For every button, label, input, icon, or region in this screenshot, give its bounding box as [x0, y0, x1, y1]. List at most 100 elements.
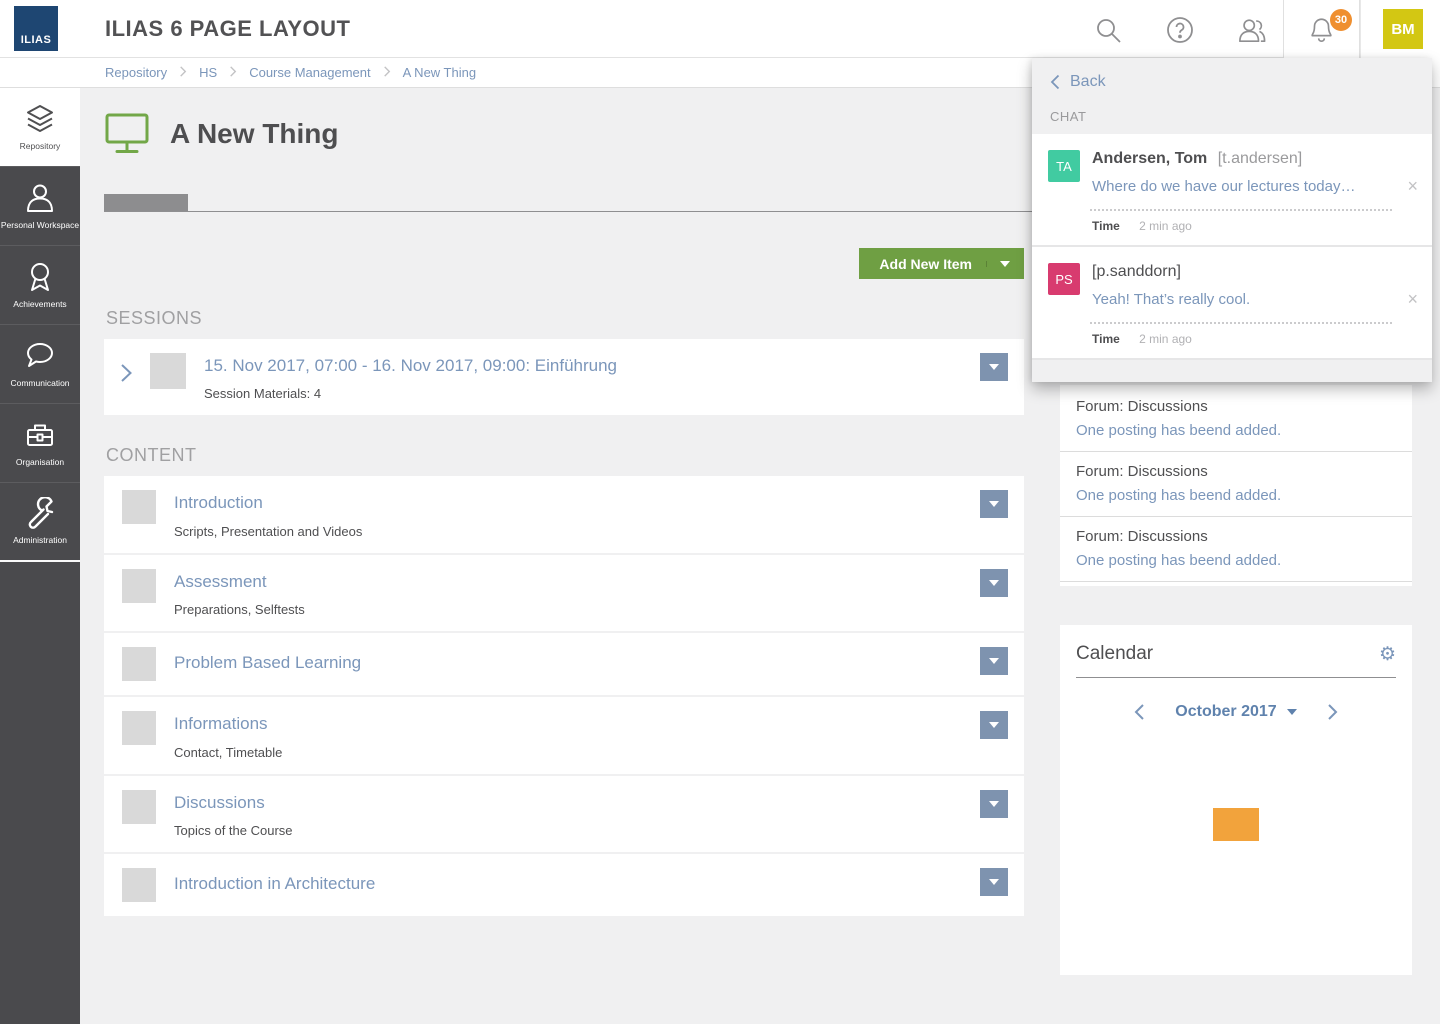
calendar-day[interactable]: [1121, 874, 1167, 907]
tab-content[interactable]: [104, 194, 188, 211]
calendar-day[interactable]: [1167, 907, 1213, 940]
close-icon[interactable]: ×: [1407, 289, 1418, 310]
item-title-link[interactable]: Informations: [174, 711, 282, 734]
calendar-day[interactable]: [1259, 841, 1305, 874]
item-title-link[interactable]: Problem Based Learning: [174, 647, 361, 679]
forum-entry-link[interactable]: One posting has beend added.: [1076, 422, 1398, 439]
forum-entry-link[interactable]: One posting has beend added.: [1076, 487, 1398, 504]
calendar-day[interactable]: [1351, 775, 1397, 808]
user-menu-tab[interactable]: BM: [1360, 0, 1440, 58]
tab-metadata[interactable]: [652, 194, 768, 211]
calendar-day[interactable]: [1259, 775, 1305, 808]
sidebar-item-repository[interactable]: Repository: [0, 88, 80, 167]
tab-permissions[interactable]: [884, 194, 1000, 211]
calendar-day[interactable]: [1259, 808, 1305, 841]
notification-center-tab[interactable]: 30: [1283, 0, 1360, 59]
calendar-day[interactable]: [1259, 940, 1305, 973]
item-actions-dropdown[interactable]: [980, 789, 1008, 818]
calendar-day[interactable]: [1167, 775, 1213, 808]
item-actions-dropdown[interactable]: [980, 353, 1008, 381]
item-title-link[interactable]: Introduction in Architecture: [174, 868, 375, 900]
calendar-day[interactable]: [1167, 940, 1213, 973]
chat-message[interactable]: TA Andersen, Tom [t.andersen] Where do w…: [1032, 134, 1432, 247]
item-title-link[interactable]: Introduction: [174, 490, 362, 513]
item-title-link[interactable]: Assessment: [174, 569, 305, 592]
item-actions-dropdown[interactable]: [980, 490, 1008, 519]
calendar-day[interactable]: [1121, 841, 1167, 874]
breadcrumb-link[interactable]: Repository: [105, 65, 167, 80]
tab-members[interactable]: [420, 194, 536, 211]
chat-message-link[interactable]: Where do we have our lectures today…: [1092, 178, 1392, 195]
breadcrumb-link[interactable]: HS: [199, 65, 217, 80]
calendar-day[interactable]: [1167, 808, 1213, 841]
item-title-link[interactable]: 15. Nov 2017, 07:00 - 16. Nov 2017, 09:0…: [204, 353, 617, 376]
ilias-logo[interactable]: ILIAS: [14, 6, 58, 51]
item-actions-dropdown[interactable]: [980, 711, 1008, 740]
calendar-weekday: [1305, 742, 1351, 775]
calendar-day[interactable]: [1351, 874, 1397, 907]
forum-entry-link[interactable]: One posting has beend added.: [1076, 552, 1398, 569]
calendar-day[interactable]: [1213, 907, 1259, 940]
item-actions-dropdown[interactable]: [980, 867, 1008, 896]
sidebar-item-achievements[interactable]: Achievements: [0, 246, 80, 325]
calendar-day[interactable]: [1075, 841, 1121, 874]
back-button[interactable]: Back: [1032, 58, 1432, 101]
calendar-day[interactable]: [1259, 874, 1305, 907]
gear-icon[interactable]: ⚙: [1379, 645, 1396, 664]
sidebar-item-personal-workspace[interactable]: Personal Workspace: [0, 167, 80, 246]
calendar-day[interactable]: [1259, 907, 1305, 940]
calendar-day[interactable]: [1305, 907, 1351, 940]
calendar-day[interactable]: [1121, 907, 1167, 940]
calendar-day[interactable]: [1167, 841, 1213, 874]
breadcrumb-link[interactable]: A New Thing: [403, 65, 476, 80]
calendar-day[interactable]: [1305, 808, 1351, 841]
calendar-day[interactable]: [1213, 940, 1259, 973]
calendar-day[interactable]: [1351, 940, 1397, 973]
calendar-day[interactable]: [1351, 907, 1397, 940]
calendar-prev-button[interactable]: [1133, 703, 1145, 721]
calendar-day[interactable]: [1305, 940, 1351, 973]
item-actions-dropdown[interactable]: [980, 647, 1008, 676]
help-icon[interactable]: [1166, 16, 1194, 44]
sidebar-item-communication[interactable]: Communication: [0, 325, 80, 404]
item-title-link[interactable]: Discussions: [174, 790, 293, 813]
calendar-day[interactable]: [1305, 874, 1351, 907]
calendar-day[interactable]: [1121, 808, 1167, 841]
calendar-month-selector[interactable]: October 2017: [1175, 703, 1297, 721]
calendar-next-button[interactable]: [1327, 703, 1339, 721]
close-icon[interactable]: ×: [1407, 176, 1418, 197]
calendar-day[interactable]: [1305, 775, 1351, 808]
sidebar-item-administration[interactable]: Administration: [0, 483, 80, 562]
add-new-item-button[interactable]: Add New Item: [859, 248, 1024, 279]
tab-learning-progress[interactable]: [536, 194, 652, 211]
calendar-day[interactable]: [1167, 874, 1213, 907]
calendar-day[interactable]: [1075, 940, 1121, 973]
chevron-down-icon: [1286, 709, 1297, 715]
chat-message-link[interactable]: Yeah! That’s really cool.: [1092, 291, 1392, 308]
calendar-day[interactable]: [1075, 808, 1121, 841]
calendar-day[interactable]: [1351, 808, 1397, 841]
breadcrumb-link[interactable]: Course Management: [249, 65, 370, 80]
calendar-day[interactable]: [1213, 841, 1259, 874]
search-icon[interactable]: [1094, 16, 1122, 44]
tab-info[interactable]: [188, 194, 304, 211]
calendar-day[interactable]: [1121, 775, 1167, 808]
calendar-day[interactable]: [1213, 775, 1259, 808]
sidebar-item-organisation[interactable]: Organisation: [0, 404, 80, 483]
calendar-day[interactable]: [1075, 907, 1121, 940]
calendar-day[interactable]: [1121, 940, 1167, 973]
calendar-day[interactable]: [1075, 874, 1121, 907]
calendar-day[interactable]: [1351, 841, 1397, 874]
list-item: Introduction Scripts, Presentation and V…: [104, 476, 1024, 553]
avatar[interactable]: BM: [1383, 9, 1423, 49]
chat-message[interactable]: PS [p.sanddorn] Yeah! That’s really cool…: [1032, 247, 1432, 360]
expand-chevron-icon[interactable]: [120, 363, 133, 388]
calendar-day[interactable]: [1213, 808, 1259, 841]
calendar-day[interactable]: [1305, 841, 1351, 874]
calendar-day[interactable]: [1075, 775, 1121, 808]
calendar-day[interactable]: [1213, 874, 1259, 907]
users-icon[interactable]: [1238, 16, 1266, 44]
tab-export[interactable]: [768, 194, 884, 211]
tab-settings[interactable]: [304, 194, 420, 211]
item-actions-dropdown[interactable]: [980, 568, 1008, 597]
